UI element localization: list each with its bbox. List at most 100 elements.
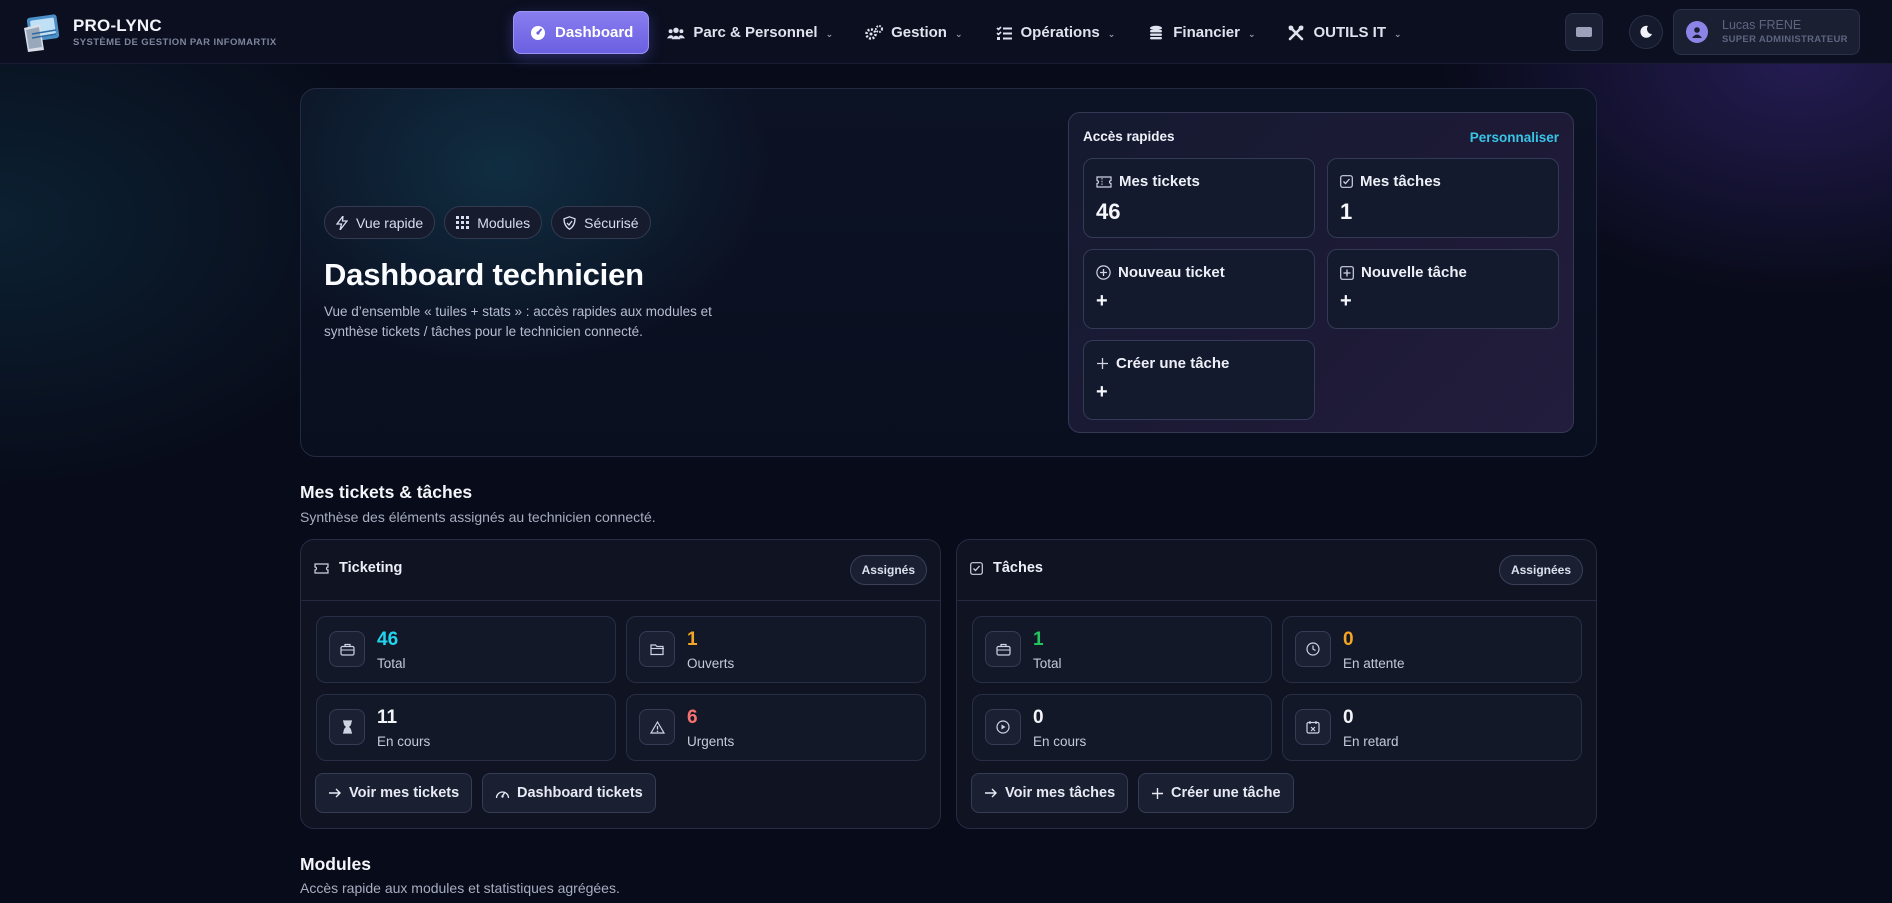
brand-subtitle: SYSTÈME DE GESTION PAR INFOMARTIX [73, 36, 277, 48]
stat-label: Urgents [687, 734, 735, 749]
nav-dashboard-label: Dashboard [555, 24, 634, 41]
chevron-down-icon: ⌄ [825, 29, 834, 39]
tools-icon [1287, 24, 1305, 42]
nav-dashboard[interactable]: Dashboard [513, 11, 650, 54]
stat-taches-total[interactable]: 1 Total [972, 616, 1272, 683]
nav-outils-it[interactable]: OUTILS IT ⌄ [1273, 11, 1415, 54]
nav-financier[interactable]: Financier ⌄ [1133, 11, 1269, 54]
bolt-icon [336, 215, 348, 230]
stat-value: 11 [377, 707, 398, 728]
moon-icon [1640, 25, 1652, 38]
brand-name: PRO-LYNC [73, 15, 162, 35]
plus-icon [1096, 357, 1109, 370]
stat-tickets-urgents[interactable]: 6 Urgents [626, 694, 926, 761]
quick-access-panel: Accès rapides Personnaliser Mes tickets … [1068, 112, 1574, 433]
nav-financier-label: Financier [1173, 24, 1240, 41]
stat-tickets-total[interactable]: 46 Total [316, 616, 616, 683]
dashboard-tickets-button[interactable]: Dashboard tickets [482, 773, 656, 813]
plus-circle-icon [1096, 265, 1111, 280]
calendar-x-icon [1295, 709, 1331, 745]
assigned-badge[interactable]: Assignés [849, 555, 927, 585]
checklist-icon [995, 24, 1013, 42]
chip-securise: Sécurisé [551, 206, 651, 239]
arrow-right-icon [984, 787, 998, 799]
tile-label: Nouvelle tâche [1361, 264, 1467, 281]
chip-vue-rapide: Vue rapide [324, 206, 436, 239]
voir-mes-taches-button[interactable]: Voir mes tâches [971, 773, 1129, 813]
creer-une-tache-button[interactable]: Créer une tâche [1138, 773, 1294, 813]
pro-lync-logo [20, 12, 62, 52]
stat-label: Total [1033, 656, 1062, 671]
hero-panel: Vue rapide Modules Sécurisé Dashboard te… [300, 88, 1597, 457]
section-subtitle-modules: Accès rapide aux modules et statistiques… [300, 880, 620, 896]
chip-label: Modules [477, 214, 531, 231]
nav-gestion[interactable]: Gestion ⌄ [851, 11, 976, 54]
button-label: Voir mes tâches [1005, 785, 1116, 801]
ticket-icon [314, 562, 329, 574]
quick-tile-nouvelle-tache[interactable]: Nouvelle tâche + [1327, 249, 1559, 329]
clock-icon [1295, 631, 1331, 667]
theme-toggle-button[interactable] [1629, 15, 1663, 49]
quick-tile-mes-taches[interactable]: Mes tâches 1 [1327, 158, 1559, 238]
chevron-down-icon: ⌄ [1247, 29, 1256, 39]
customize-link[interactable]: Personnaliser [1470, 130, 1559, 145]
stat-taches-en-cours[interactable]: 0 En cours [972, 694, 1272, 761]
play-circle-icon [985, 709, 1021, 745]
stat-label: En cours [1033, 734, 1087, 749]
stat-tickets-en-cours[interactable]: 11 En cours [316, 694, 616, 761]
stat-taches-en-attente[interactable]: 0 En attente [1282, 616, 1582, 683]
quick-tile-nouveau-ticket[interactable]: Nouveau ticket + [1083, 249, 1315, 329]
tile-label: Nouveau ticket [1118, 264, 1225, 281]
section-title-modules: Modules [300, 854, 371, 874]
tile-value: + [1340, 290, 1352, 312]
divider [301, 600, 940, 601]
gauge-icon [529, 24, 547, 42]
top-navbar: PRO-LYNC SYSTÈME DE GESTION PAR INFOMART… [0, 0, 1892, 64]
briefcase-icon [985, 631, 1021, 667]
gears-icon [865, 24, 884, 42]
user-name: Lucas FRENE [1722, 17, 1802, 32]
checkbox-icon [1340, 175, 1353, 188]
quick-tile-creer-une-tache[interactable]: Créer une tâche + [1083, 340, 1315, 420]
briefcase-icon [329, 631, 365, 667]
card-title: Ticketing [339, 560, 403, 576]
voir-mes-tickets-button[interactable]: Voir mes tickets [315, 773, 473, 813]
shield-check-icon [563, 215, 576, 230]
nav-gestion-label: Gestion [891, 24, 947, 41]
tile-value: + [1096, 290, 1108, 312]
assigned-badge[interactable]: Assignées [1498, 555, 1583, 585]
user-menu[interactable]: Lucas FRENE SUPER ADMINISTRATEUR [1673, 9, 1860, 55]
nav-parc-personnel[interactable]: Parc & Personnel ⌄ [653, 11, 847, 54]
tile-label: Mes tickets [1119, 173, 1200, 190]
chip-label: Vue rapide [356, 214, 424, 231]
arrow-right-icon [328, 787, 342, 799]
stat-tickets-ouverts[interactable]: 1 Ouverts [626, 616, 926, 683]
stat-value: 46 [377, 629, 399, 650]
nav-parc-personnel-label: Parc & Personnel [693, 24, 818, 41]
stat-value: 1 [687, 629, 698, 650]
plus-square-icon [1340, 265, 1354, 280]
nav-outils-it-label: OUTILS IT [1313, 24, 1386, 41]
tile-value: 46 [1096, 199, 1121, 224]
chevron-down-icon: ⌄ [1393, 29, 1402, 39]
stat-label: Ouverts [687, 656, 735, 671]
nav-operations[interactable]: Opérations ⌄ [981, 11, 1130, 54]
user-avatar-icon [1686, 21, 1708, 43]
hero-chips: Vue rapide Modules Sécurisé [324, 206, 660, 239]
brand[interactable]: PRO-LYNC SYSTÈME DE GESTION PAR INFOMART… [20, 12, 277, 52]
nav-operations-label: Opérations [1020, 24, 1100, 41]
chip-modules: Modules [444, 206, 543, 239]
stat-label: En attente [1343, 656, 1405, 671]
stat-value: 0 [1343, 707, 1354, 728]
gauge-icon [495, 787, 510, 800]
tile-label: Mes tâches [1360, 173, 1441, 190]
section-subtitle-tickets-taches: Synthèse des éléments assignés au techni… [300, 509, 656, 525]
stat-value: 0 [1343, 629, 1354, 650]
card-title: Tâches [993, 560, 1043, 576]
button-label: Voir mes tickets [349, 785, 460, 801]
stat-taches-en-retard[interactable]: 0 En retard [1282, 694, 1582, 761]
grid-icon [456, 216, 470, 229]
ticket-shortcut-button[interactable] [1565, 13, 1603, 51]
quick-tile-mes-tickets[interactable]: Mes tickets 46 [1083, 158, 1315, 238]
button-label: Dashboard tickets [517, 785, 643, 801]
